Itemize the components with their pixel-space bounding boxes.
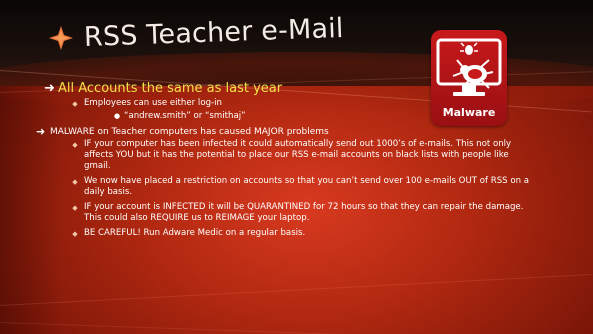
sub-bullet-text: BE CAREFUL! Run Adware Medic on a regula…: [84, 228, 306, 238]
diamond-bullet-icon: ◆: [72, 100, 78, 108]
sub-bullet-text: Employees can use either log-in: [84, 98, 222, 108]
sub-sub-bullet-item: ● “andrew.smith” or “smithaj”: [110, 110, 554, 122]
sub-bullet-item: ◆ Employees can use either log-in: [66, 98, 554, 110]
diamond-bullet-icon: ◆: [72, 141, 78, 149]
sub-bullet-text: We now have placed a restriction on acco…: [84, 176, 530, 197]
sub-bullet-text: IF your account is INFECTED it will be Q…: [84, 202, 524, 223]
title-block: RSS Teacher e-Mail: [46, 13, 344, 53]
sub-sub-bullet-text: “andrew.smith” or “smithaj”: [124, 111, 246, 121]
bullet-item: ➜ All Accounts the same as last year: [44, 80, 554, 98]
sub-bullet-item: ◆ BE CAREFUL! Run Adware Medic on a regu…: [66, 228, 554, 240]
diamond-bullet-icon: ◆: [72, 204, 78, 212]
bullet-text: MALWARE on Teacher computers has caused …: [50, 127, 329, 137]
sub-bullet-item: ◆ IF your computer has been infected it …: [66, 139, 554, 172]
star-icon: [49, 25, 73, 50]
bullet-item: ➜ MALWARE on Teacher computers has cause…: [36, 125, 554, 139]
arrow-bullet-icon: ➜: [36, 125, 46, 138]
bullet-list: ➜ All Accounts the same as last year ◆ E…: [36, 80, 554, 240]
sub-bullet-item: ◆ We now have placed a restriction on ac…: [66, 176, 554, 198]
bullet-text: All Accounts the same as last year: [58, 81, 283, 96]
slide: RSS Teacher e-Mail Malware ➜ All Account…: [0, 0, 593, 334]
decor-streak: [0, 322, 593, 334]
sub-bullet-text: IF your computer has been infected it co…: [84, 139, 512, 171]
arrow-bullet-icon: ➜: [44, 81, 55, 96]
diamond-bullet-icon: ◆: [72, 178, 78, 186]
diamond-bullet-icon: ◆: [72, 230, 78, 238]
sub-bullet-item: ◆ IF your account is INFECTED it will be…: [66, 202, 554, 224]
decor-streak: [0, 273, 593, 306]
dot-bullet-icon: ●: [113, 112, 121, 120]
